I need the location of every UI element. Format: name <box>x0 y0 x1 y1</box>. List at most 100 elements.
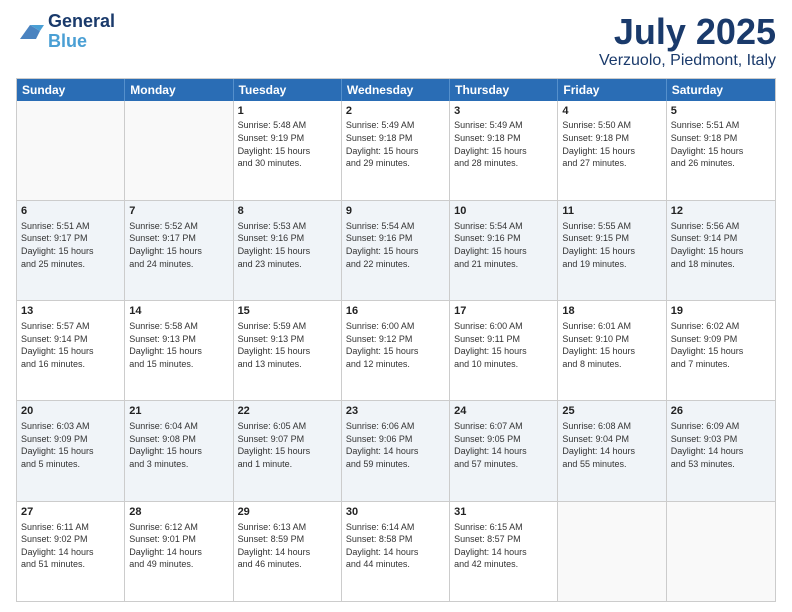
calendar-cell <box>558 502 666 601</box>
cell-content: Sunrise: 5:54 AM Sunset: 9:16 PM Dayligh… <box>454 220 553 270</box>
calendar-header-cell: Wednesday <box>342 79 450 101</box>
day-number: 13 <box>21 304 120 319</box>
day-number: 26 <box>671 404 771 419</box>
day-number: 28 <box>129 505 228 520</box>
calendar-cell: 7Sunrise: 5:52 AM Sunset: 9:17 PM Daylig… <box>125 201 233 300</box>
calendar-cell: 3Sunrise: 5:49 AM Sunset: 9:18 PM Daylig… <box>450 101 558 200</box>
page: General Blue July 2025 Verzuolo, Piedmon… <box>0 0 792 612</box>
calendar-row: 27Sunrise: 6:11 AM Sunset: 9:02 PM Dayli… <box>17 502 775 601</box>
day-number: 8 <box>238 204 337 219</box>
calendar-cell: 28Sunrise: 6:12 AM Sunset: 9:01 PM Dayli… <box>125 502 233 601</box>
day-number: 5 <box>671 104 771 119</box>
cell-content: Sunrise: 6:04 AM Sunset: 9:08 PM Dayligh… <box>129 420 228 470</box>
calendar-cell: 10Sunrise: 5:54 AM Sunset: 9:16 PM Dayli… <box>450 201 558 300</box>
cell-content: Sunrise: 6:03 AM Sunset: 9:09 PM Dayligh… <box>21 420 120 470</box>
day-number: 7 <box>129 204 228 219</box>
calendar-cell: 18Sunrise: 6:01 AM Sunset: 9:10 PM Dayli… <box>558 301 666 400</box>
calendar-cell: 31Sunrise: 6:15 AM Sunset: 8:57 PM Dayli… <box>450 502 558 601</box>
calendar-cell <box>667 502 775 601</box>
calendar-cell: 1Sunrise: 5:48 AM Sunset: 9:19 PM Daylig… <box>234 101 342 200</box>
calendar-cell: 23Sunrise: 6:06 AM Sunset: 9:06 PM Dayli… <box>342 401 450 500</box>
cell-content: Sunrise: 6:02 AM Sunset: 9:09 PM Dayligh… <box>671 320 771 370</box>
cell-content: Sunrise: 5:49 AM Sunset: 9:18 PM Dayligh… <box>454 119 553 169</box>
day-number: 25 <box>562 404 661 419</box>
cell-content: Sunrise: 5:51 AM Sunset: 9:18 PM Dayligh… <box>671 119 771 169</box>
day-number: 11 <box>562 204 661 219</box>
calendar-cell: 24Sunrise: 6:07 AM Sunset: 9:05 PM Dayli… <box>450 401 558 500</box>
calendar-cell: 15Sunrise: 5:59 AM Sunset: 9:13 PM Dayli… <box>234 301 342 400</box>
cell-content: Sunrise: 5:57 AM Sunset: 9:14 PM Dayligh… <box>21 320 120 370</box>
cell-content: Sunrise: 5:58 AM Sunset: 9:13 PM Dayligh… <box>129 320 228 370</box>
calendar-header-cell: Tuesday <box>234 79 342 101</box>
day-number: 24 <box>454 404 553 419</box>
cell-content: Sunrise: 6:09 AM Sunset: 9:03 PM Dayligh… <box>671 420 771 470</box>
calendar-cell: 9Sunrise: 5:54 AM Sunset: 9:16 PM Daylig… <box>342 201 450 300</box>
cell-content: Sunrise: 6:07 AM Sunset: 9:05 PM Dayligh… <box>454 420 553 470</box>
cell-content: Sunrise: 5:54 AM Sunset: 9:16 PM Dayligh… <box>346 220 445 270</box>
day-number: 31 <box>454 505 553 520</box>
day-number: 18 <box>562 304 661 319</box>
cell-content: Sunrise: 6:00 AM Sunset: 9:11 PM Dayligh… <box>454 320 553 370</box>
calendar-cell: 29Sunrise: 6:13 AM Sunset: 8:59 PM Dayli… <box>234 502 342 601</box>
calendar-cell: 12Sunrise: 5:56 AM Sunset: 9:14 PM Dayli… <box>667 201 775 300</box>
calendar-cell: 14Sunrise: 5:58 AM Sunset: 9:13 PM Dayli… <box>125 301 233 400</box>
day-number: 2 <box>346 104 445 119</box>
day-number: 23 <box>346 404 445 419</box>
day-number: 15 <box>238 304 337 319</box>
day-number: 30 <box>346 505 445 520</box>
calendar-body: 1Sunrise: 5:48 AM Sunset: 9:19 PM Daylig… <box>17 101 775 601</box>
calendar-cell: 22Sunrise: 6:05 AM Sunset: 9:07 PM Dayli… <box>234 401 342 500</box>
cell-content: Sunrise: 6:11 AM Sunset: 9:02 PM Dayligh… <box>21 521 120 571</box>
calendar-cell: 26Sunrise: 6:09 AM Sunset: 9:03 PM Dayli… <box>667 401 775 500</box>
calendar-cell: 19Sunrise: 6:02 AM Sunset: 9:09 PM Dayli… <box>667 301 775 400</box>
calendar-header-row: SundayMondayTuesdayWednesdayThursdayFrid… <box>17 79 775 101</box>
calendar-cell: 13Sunrise: 5:57 AM Sunset: 9:14 PM Dayli… <box>17 301 125 400</box>
day-number: 3 <box>454 104 553 119</box>
cell-content: Sunrise: 5:55 AM Sunset: 9:15 PM Dayligh… <box>562 220 661 270</box>
calendar-cell: 2Sunrise: 5:49 AM Sunset: 9:18 PM Daylig… <box>342 101 450 200</box>
calendar-header-cell: Saturday <box>667 79 775 101</box>
calendar-cell: 25Sunrise: 6:08 AM Sunset: 9:04 PM Dayli… <box>558 401 666 500</box>
day-number: 1 <box>238 104 337 119</box>
calendar-cell: 17Sunrise: 6:00 AM Sunset: 9:11 PM Dayli… <box>450 301 558 400</box>
calendar-header-cell: Friday <box>558 79 666 101</box>
cell-content: Sunrise: 5:50 AM Sunset: 9:18 PM Dayligh… <box>562 119 661 169</box>
day-number: 21 <box>129 404 228 419</box>
calendar-cell: 6Sunrise: 5:51 AM Sunset: 9:17 PM Daylig… <box>17 201 125 300</box>
calendar-cell <box>17 101 125 200</box>
calendar-header-cell: Monday <box>125 79 233 101</box>
calendar-cell: 20Sunrise: 6:03 AM Sunset: 9:09 PM Dayli… <box>17 401 125 500</box>
day-number: 9 <box>346 204 445 219</box>
cell-content: Sunrise: 6:15 AM Sunset: 8:57 PM Dayligh… <box>454 521 553 571</box>
calendar-cell: 8Sunrise: 5:53 AM Sunset: 9:16 PM Daylig… <box>234 201 342 300</box>
header: General Blue July 2025 Verzuolo, Piedmon… <box>16 12 776 70</box>
cell-content: Sunrise: 6:00 AM Sunset: 9:12 PM Dayligh… <box>346 320 445 370</box>
calendar-header-cell: Thursday <box>450 79 558 101</box>
cell-content: Sunrise: 5:48 AM Sunset: 9:19 PM Dayligh… <box>238 119 337 169</box>
day-number: 10 <box>454 204 553 219</box>
calendar-subtitle: Verzuolo, Piedmont, Italy <box>599 52 776 70</box>
logo: General Blue <box>16 12 115 52</box>
calendar-cell: 5Sunrise: 5:51 AM Sunset: 9:18 PM Daylig… <box>667 101 775 200</box>
day-number: 22 <box>238 404 337 419</box>
day-number: 27 <box>21 505 120 520</box>
calendar: SundayMondayTuesdayWednesdayThursdayFrid… <box>16 78 776 602</box>
day-number: 12 <box>671 204 771 219</box>
calendar-row: 13Sunrise: 5:57 AM Sunset: 9:14 PM Dayli… <box>17 301 775 401</box>
calendar-header-cell: Sunday <box>17 79 125 101</box>
calendar-row: 20Sunrise: 6:03 AM Sunset: 9:09 PM Dayli… <box>17 401 775 501</box>
calendar-cell: 27Sunrise: 6:11 AM Sunset: 9:02 PM Dayli… <box>17 502 125 601</box>
cell-content: Sunrise: 5:59 AM Sunset: 9:13 PM Dayligh… <box>238 320 337 370</box>
logo-text: General Blue <box>48 12 115 52</box>
title-block: July 2025 Verzuolo, Piedmont, Italy <box>599 12 776 70</box>
cell-content: Sunrise: 6:06 AM Sunset: 9:06 PM Dayligh… <box>346 420 445 470</box>
cell-content: Sunrise: 6:01 AM Sunset: 9:10 PM Dayligh… <box>562 320 661 370</box>
logo-icon <box>16 21 44 43</box>
cell-content: Sunrise: 5:56 AM Sunset: 9:14 PM Dayligh… <box>671 220 771 270</box>
calendar-cell: 21Sunrise: 6:04 AM Sunset: 9:08 PM Dayli… <box>125 401 233 500</box>
calendar-cell <box>125 101 233 200</box>
calendar-cell: 11Sunrise: 5:55 AM Sunset: 9:15 PM Dayli… <box>558 201 666 300</box>
calendar-cell: 16Sunrise: 6:00 AM Sunset: 9:12 PM Dayli… <box>342 301 450 400</box>
day-number: 4 <box>562 104 661 119</box>
day-number: 29 <box>238 505 337 520</box>
